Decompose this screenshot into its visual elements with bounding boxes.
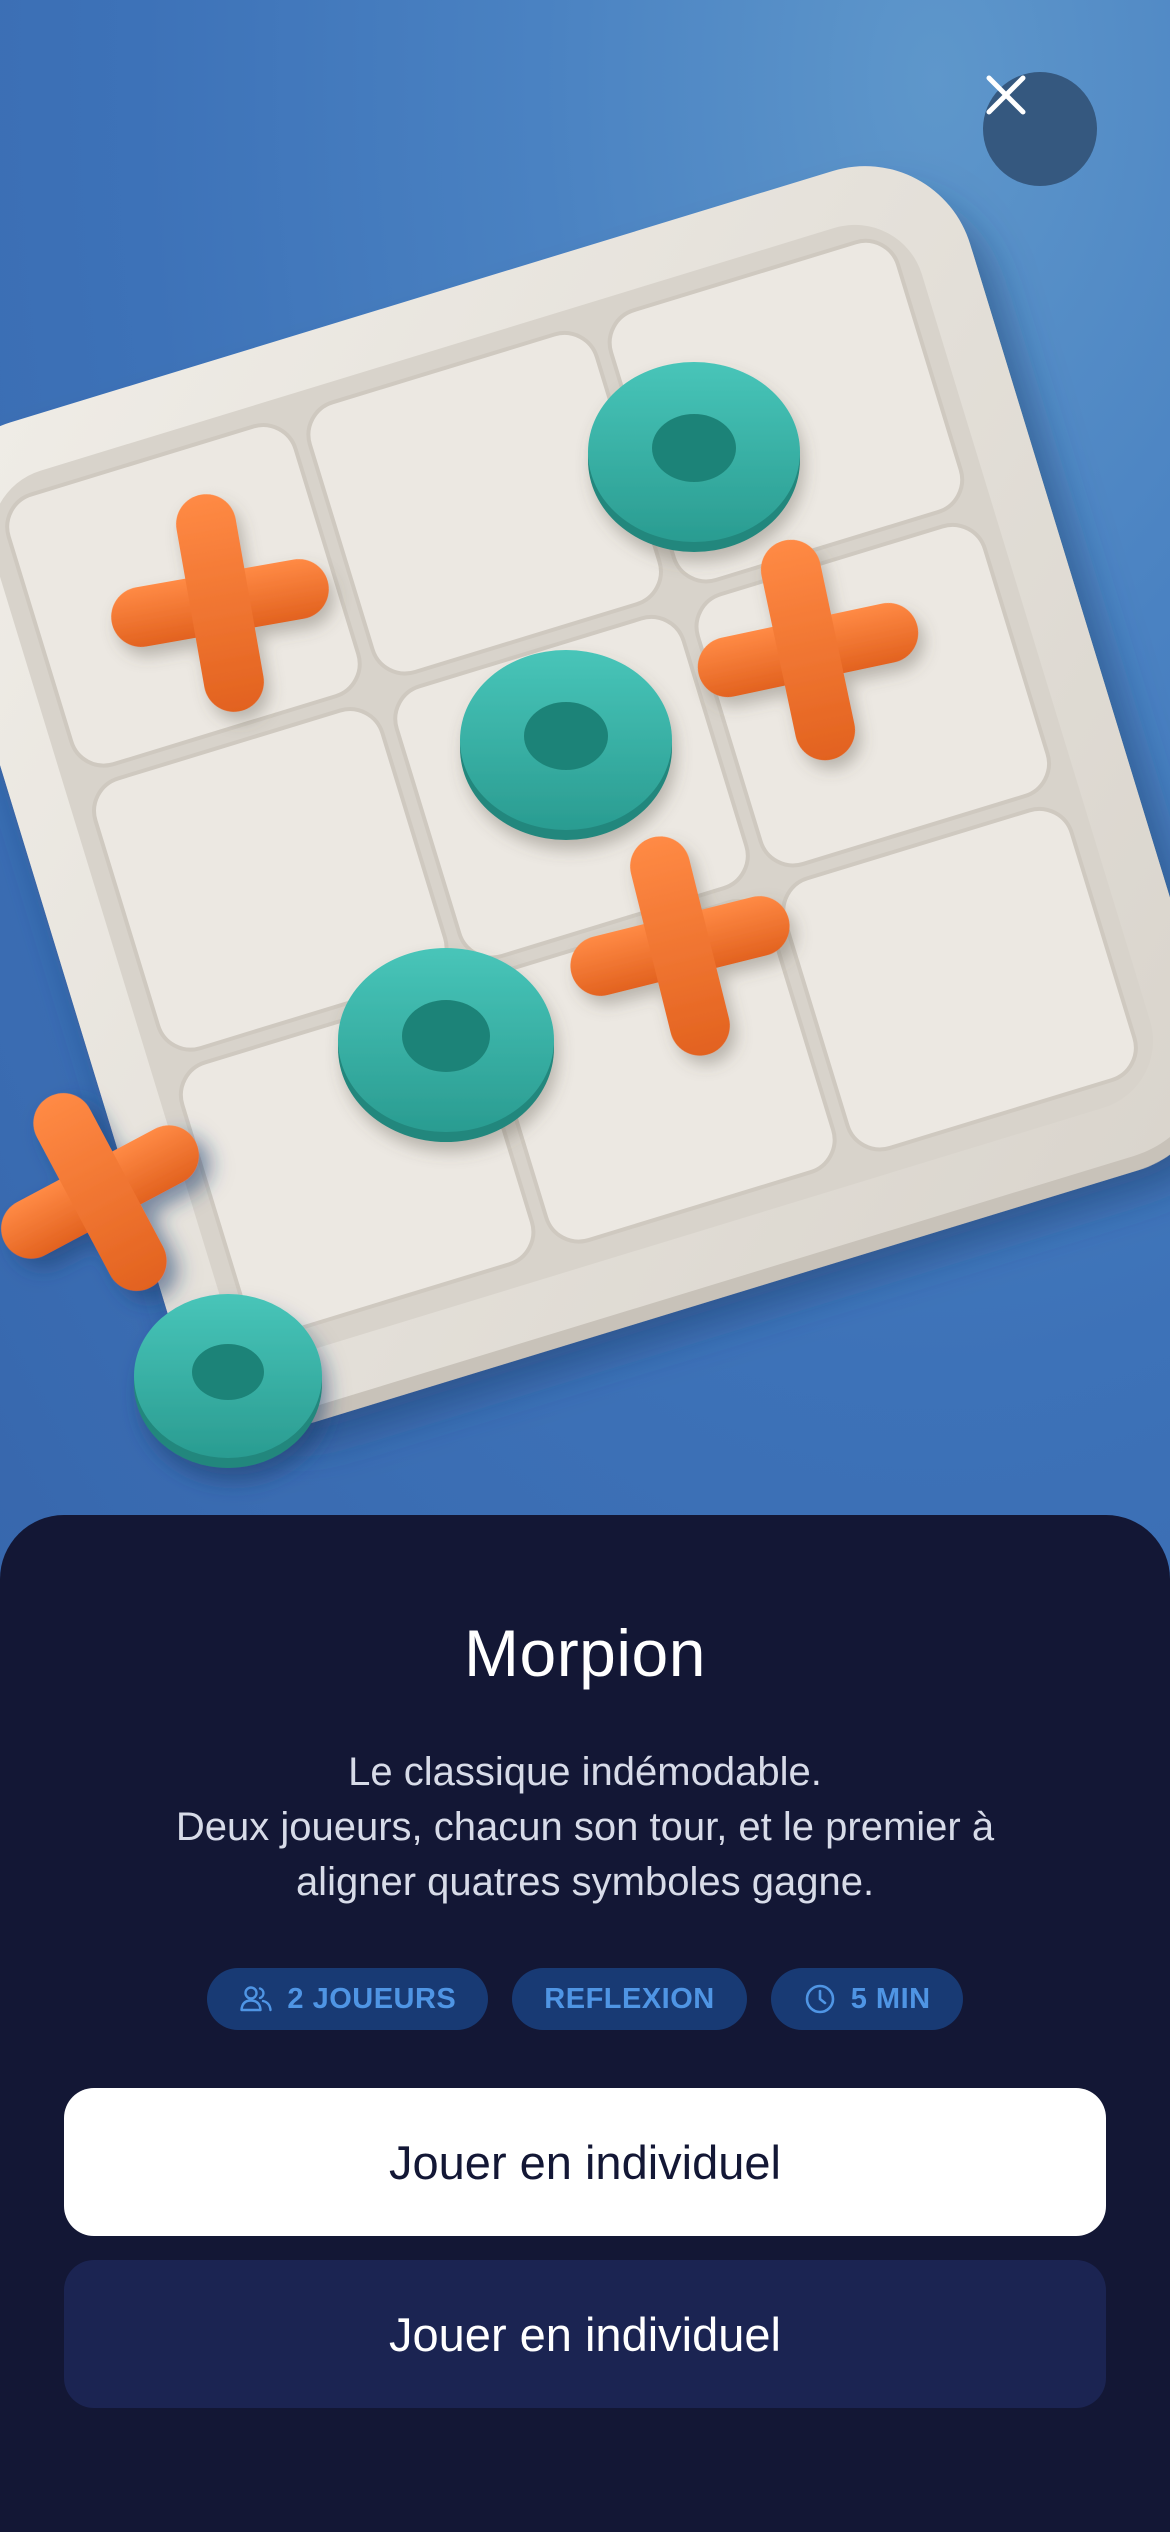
o-piece	[338, 948, 554, 1142]
tag-category: REFLEXION	[512, 1968, 747, 2030]
description-line: aligner quatres symboles gagne.	[295, 1860, 875, 1904]
description-line: Le classique indémodable.	[348, 1750, 822, 1794]
tag-label: REFLEXION	[544, 1982, 715, 2015]
play-solo-secondary-button[interactable]: Jouer en individuel	[64, 2260, 1106, 2408]
clock-icon	[805, 1984, 835, 2014]
tic-tac-toe-board-illustration	[0, 166, 1170, 1468]
game-detail-screen: Morpion Le classique indémodable. Deux j…	[0, 0, 1170, 2532]
game-tags: 2 JOUEURS REFLEXION 5 MIN	[0, 1968, 1170, 2030]
game-info-sheet: Morpion Le classique indémodable. Deux j…	[0, 1515, 1170, 2532]
game-title: Morpion	[464, 1616, 706, 1690]
close-icon	[986, 75, 1026, 115]
play-solo-button[interactable]: Jouer en individuel	[64, 2088, 1106, 2236]
tag-label: 2 JOUEURS	[287, 1982, 457, 2015]
users-icon	[240, 1986, 273, 2012]
tag-duration: 5 MIN	[770, 1968, 963, 2030]
loose-o-piece	[134, 1294, 322, 1468]
description-line: Deux joueurs, chacun son tour, et le pre…	[175, 1805, 995, 1849]
game-hero-illustration	[0, 0, 1170, 1600]
tag-players: 2 JOUEURS	[207, 1968, 489, 2030]
o-piece	[588, 362, 800, 552]
o-piece	[460, 650, 672, 840]
game-description: Le classique indémodable. Deux joueurs, …	[80, 1745, 1090, 1910]
close-button[interactable]	[983, 72, 1097, 186]
tag-label: 5 MIN	[850, 1982, 931, 2015]
